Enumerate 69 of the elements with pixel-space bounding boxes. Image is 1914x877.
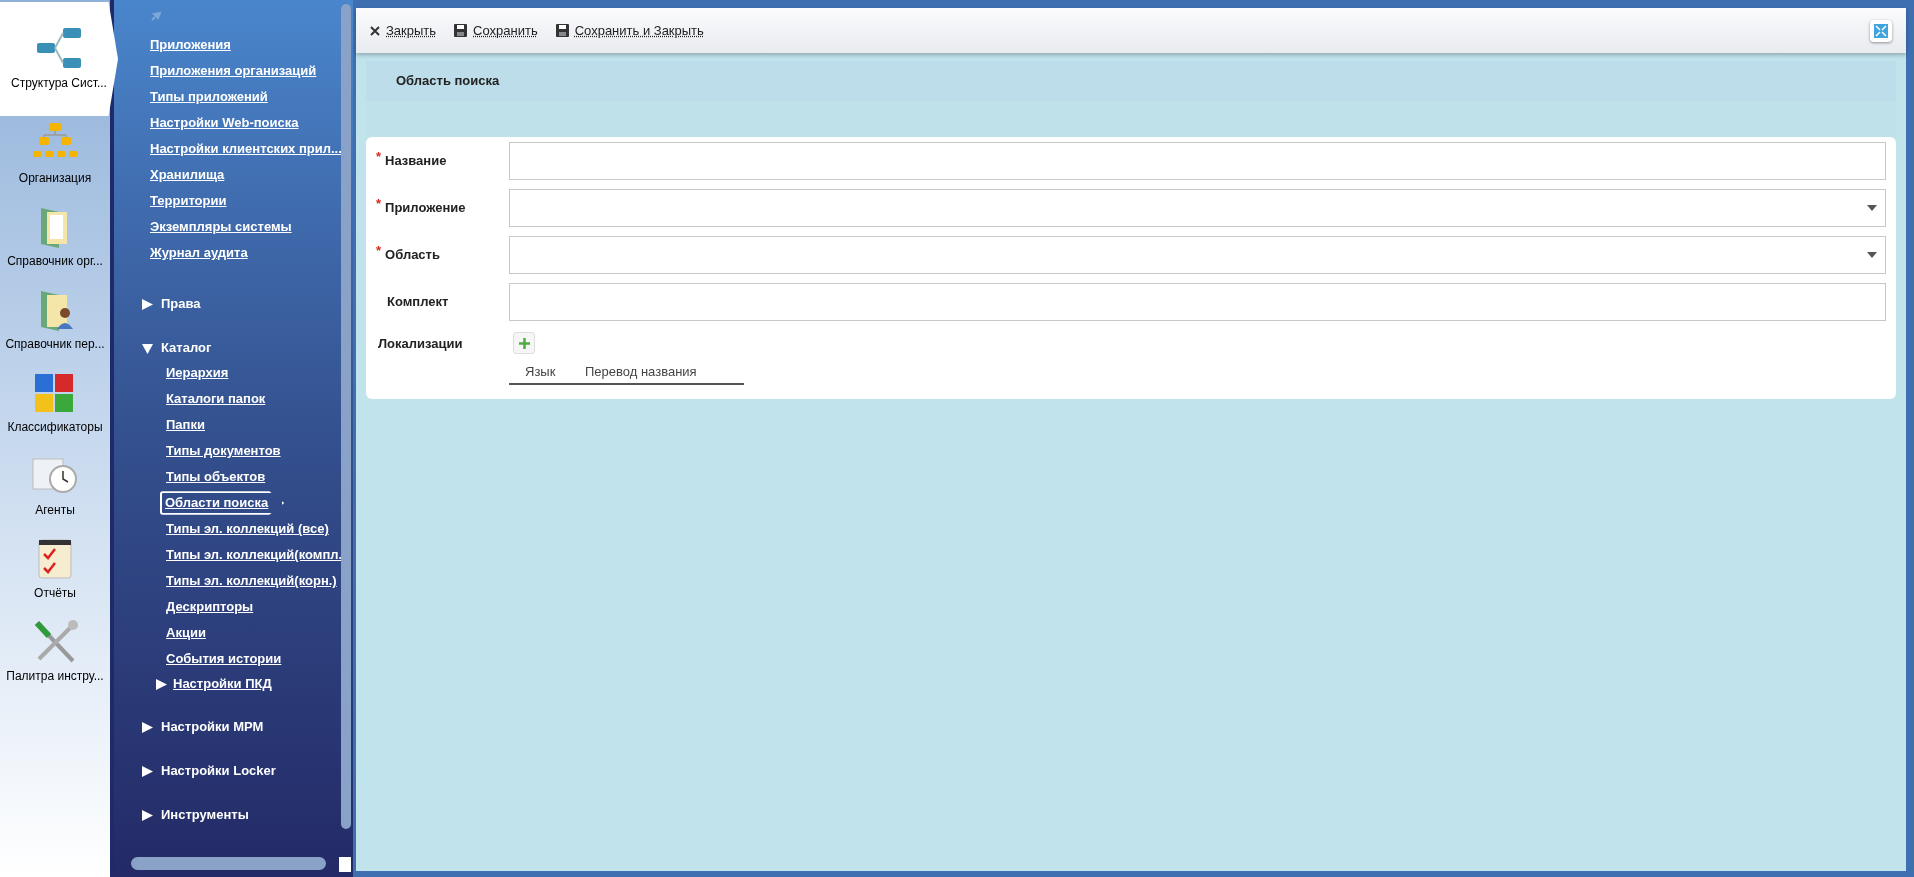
expand-triangle-icon[interactable]	[156, 678, 167, 690]
select-field[interactable]	[509, 189, 1886, 227]
nav-link[interactable]: Каталоги папок	[166, 389, 266, 409]
nav-link[interactable]: Приложения	[150, 35, 231, 55]
field-label: Область	[385, 246, 440, 265]
close-button[interactable]: Закрыть	[370, 20, 437, 41]
nav-link[interactable]: Папки	[166, 415, 205, 435]
save-button[interactable]: Сохранить	[454, 20, 538, 41]
close-icon	[370, 25, 380, 36]
sidebar-item[interactable]: Агенты	[0, 444, 110, 527]
expand-icon	[1874, 23, 1888, 38]
nav-link[interactable]: Типы эл. коллекций (все)	[166, 519, 329, 539]
horizontal-scrollbar[interactable]	[131, 857, 326, 870]
sidebar-item[interactable]: Палитра инстру...	[0, 610, 110, 693]
text-field[interactable]	[509, 142, 1886, 180]
nav-link[interactable]: Типы приложений	[150, 87, 268, 107]
sidebar-item[interactable]: Отчёты	[0, 527, 110, 610]
pin-icon[interactable]	[150, 10, 162, 22]
nav-link[interactable]: Настройки Web-поиска	[150, 113, 299, 133]
nav-section-title[interactable]: Права	[161, 294, 201, 314]
nav-link[interactable]: Хранилища	[150, 165, 225, 185]
collapse-triangle-icon[interactable]	[142, 342, 153, 354]
expand-triangle-icon[interactable]	[142, 298, 153, 310]
plus-icon	[518, 337, 530, 349]
nav-link[interactable]: Типы объектов	[166, 467, 266, 487]
nav-link[interactable]: Настройки ПКД	[173, 674, 272, 694]
scrollbar-corner	[339, 857, 351, 872]
nav-link[interactable]: Территории	[150, 191, 227, 211]
add-button[interactable]	[513, 332, 535, 354]
text-field[interactable]	[509, 283, 1886, 321]
nav-link[interactable]: Журнал аудита	[150, 243, 248, 263]
save-button[interactable]: Сохранить и Закрыть	[555, 20, 704, 41]
maximize-button[interactable]	[1870, 19, 1892, 42]
nav-link[interactable]: Иерархия	[166, 363, 229, 383]
required-asterisk: *	[376, 245, 382, 258]
field-label: Локализации	[377, 335, 464, 353]
sidebar-item[interactable]: Справочник орг...	[0, 195, 110, 278]
field-label: Комплект	[387, 293, 449, 312]
column-header[interactable]: Перевод названия	[585, 362, 697, 382]
nav-link[interactable]: Настройки клиентских прил...	[150, 139, 342, 159]
required-asterisk: *	[376, 151, 382, 164]
sidebar-item[interactable]: Структура Сист...	[0, 2, 118, 116]
nav-section-title[interactable]: Настройки Locker	[161, 761, 276, 781]
nav-link[interactable]: События истории	[166, 649, 282, 669]
expand-triangle-icon[interactable]	[142, 809, 153, 821]
dropdown-caret-icon	[1867, 252, 1877, 258]
field-label: Приложение	[385, 199, 466, 218]
sidebar-item[interactable]: Классификаторы	[0, 361, 110, 444]
expand-triangle-icon[interactable]	[142, 765, 153, 777]
nav-section-title[interactable]: Настройки МРМ	[161, 717, 264, 737]
dropdown-caret-icon	[1867, 205, 1877, 211]
required-asterisk: *	[376, 198, 382, 211]
expand-triangle-icon[interactable]	[142, 721, 153, 733]
nav-section-title[interactable]: Инструменты	[161, 805, 249, 825]
vertical-scrollbar[interactable]	[341, 4, 351, 829]
nav-link[interactable]: Экземпляры системы	[150, 217, 292, 237]
nav-section-title[interactable]: Каталог	[161, 338, 212, 358]
nav-link[interactable]: Акции	[166, 623, 206, 643]
nav-link[interactable]: Приложения организаций	[150, 61, 317, 81]
nav-link[interactable]: Типы эл. коллекций(компл.	[166, 545, 343, 565]
nav-link[interactable]: Типы документов	[166, 441, 281, 461]
column-header[interactable]: Язык	[509, 362, 585, 382]
field-label: Название	[385, 152, 447, 171]
select-field[interactable]	[509, 236, 1886, 274]
sidebar-item[interactable]: Справочник пер...	[0, 278, 110, 361]
form-title: Область поиска	[396, 72, 500, 91]
nav-link[interactable]: Дескрипторы	[166, 597, 254, 617]
nav-link[interactable]: Типы эл. коллекций(корн.)	[166, 571, 337, 591]
nav-link[interactable]: Области поиска	[160, 491, 285, 515]
